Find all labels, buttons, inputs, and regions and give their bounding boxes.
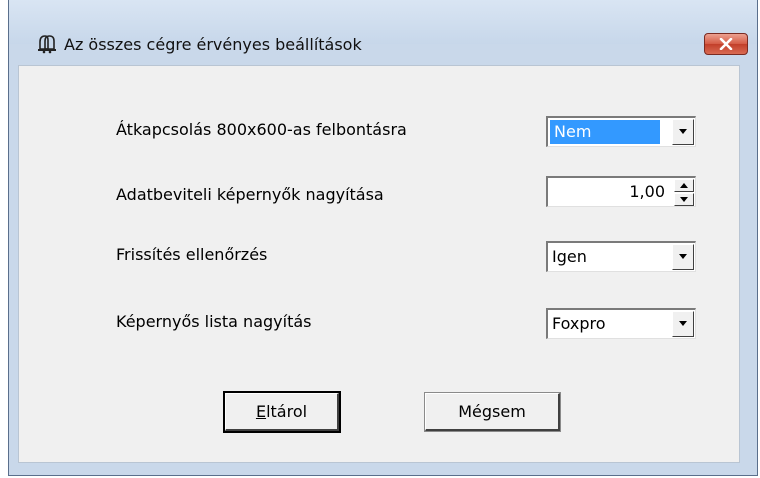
save-label: ltárol bbox=[266, 402, 308, 421]
list-zoom-dropdown[interactable]: Foxpro bbox=[546, 308, 696, 339]
bell-icon bbox=[36, 33, 57, 54]
setting-label-zoom: Adatbeviteli képernyők nagyítása bbox=[116, 185, 384, 204]
settings-dialog: Az összes cégre érvényes beállítások Átk… bbox=[8, 0, 758, 476]
zoom-spinner[interactable]: 1,00 bbox=[546, 176, 696, 207]
chevron-up-icon bbox=[680, 183, 688, 188]
chevron-down-icon[interactable] bbox=[672, 244, 694, 270]
spin-up-button[interactable] bbox=[674, 179, 694, 192]
save-button[interactable]: Eltárol bbox=[223, 391, 341, 433]
resolution-value: Nem bbox=[550, 120, 660, 144]
dialog-client-area: Átkapcsolás 800x600-as felbontásra Nem A… bbox=[18, 65, 740, 463]
cancel-label: Mégsem bbox=[458, 402, 526, 421]
spin-down-button[interactable] bbox=[674, 193, 694, 206]
zoom-value: 1,00 bbox=[629, 182, 665, 201]
setting-label-update-check: Frissítés ellenőrzés bbox=[116, 245, 268, 264]
save-mnemonic: E bbox=[255, 402, 267, 421]
update-check-value: Igen bbox=[552, 247, 587, 266]
window-title: Az összes cégre érvényes beállítások bbox=[64, 35, 362, 54]
chevron-down-icon bbox=[680, 197, 688, 202]
list-zoom-value: Foxpro bbox=[552, 314, 606, 333]
chevron-down-icon[interactable] bbox=[672, 119, 694, 145]
update-check-dropdown[interactable]: Igen bbox=[546, 241, 696, 272]
close-button[interactable] bbox=[704, 33, 748, 55]
chevron-down-icon[interactable] bbox=[672, 311, 694, 337]
close-icon bbox=[719, 35, 733, 54]
setting-label-resolution: Átkapcsolás 800x600-as felbontásra bbox=[116, 120, 407, 139]
cancel-button[interactable]: Mégsem bbox=[424, 392, 561, 432]
resolution-dropdown[interactable]: Nem bbox=[546, 116, 696, 147]
setting-label-list-zoom: Képernyős lista nagyítás bbox=[116, 312, 312, 331]
